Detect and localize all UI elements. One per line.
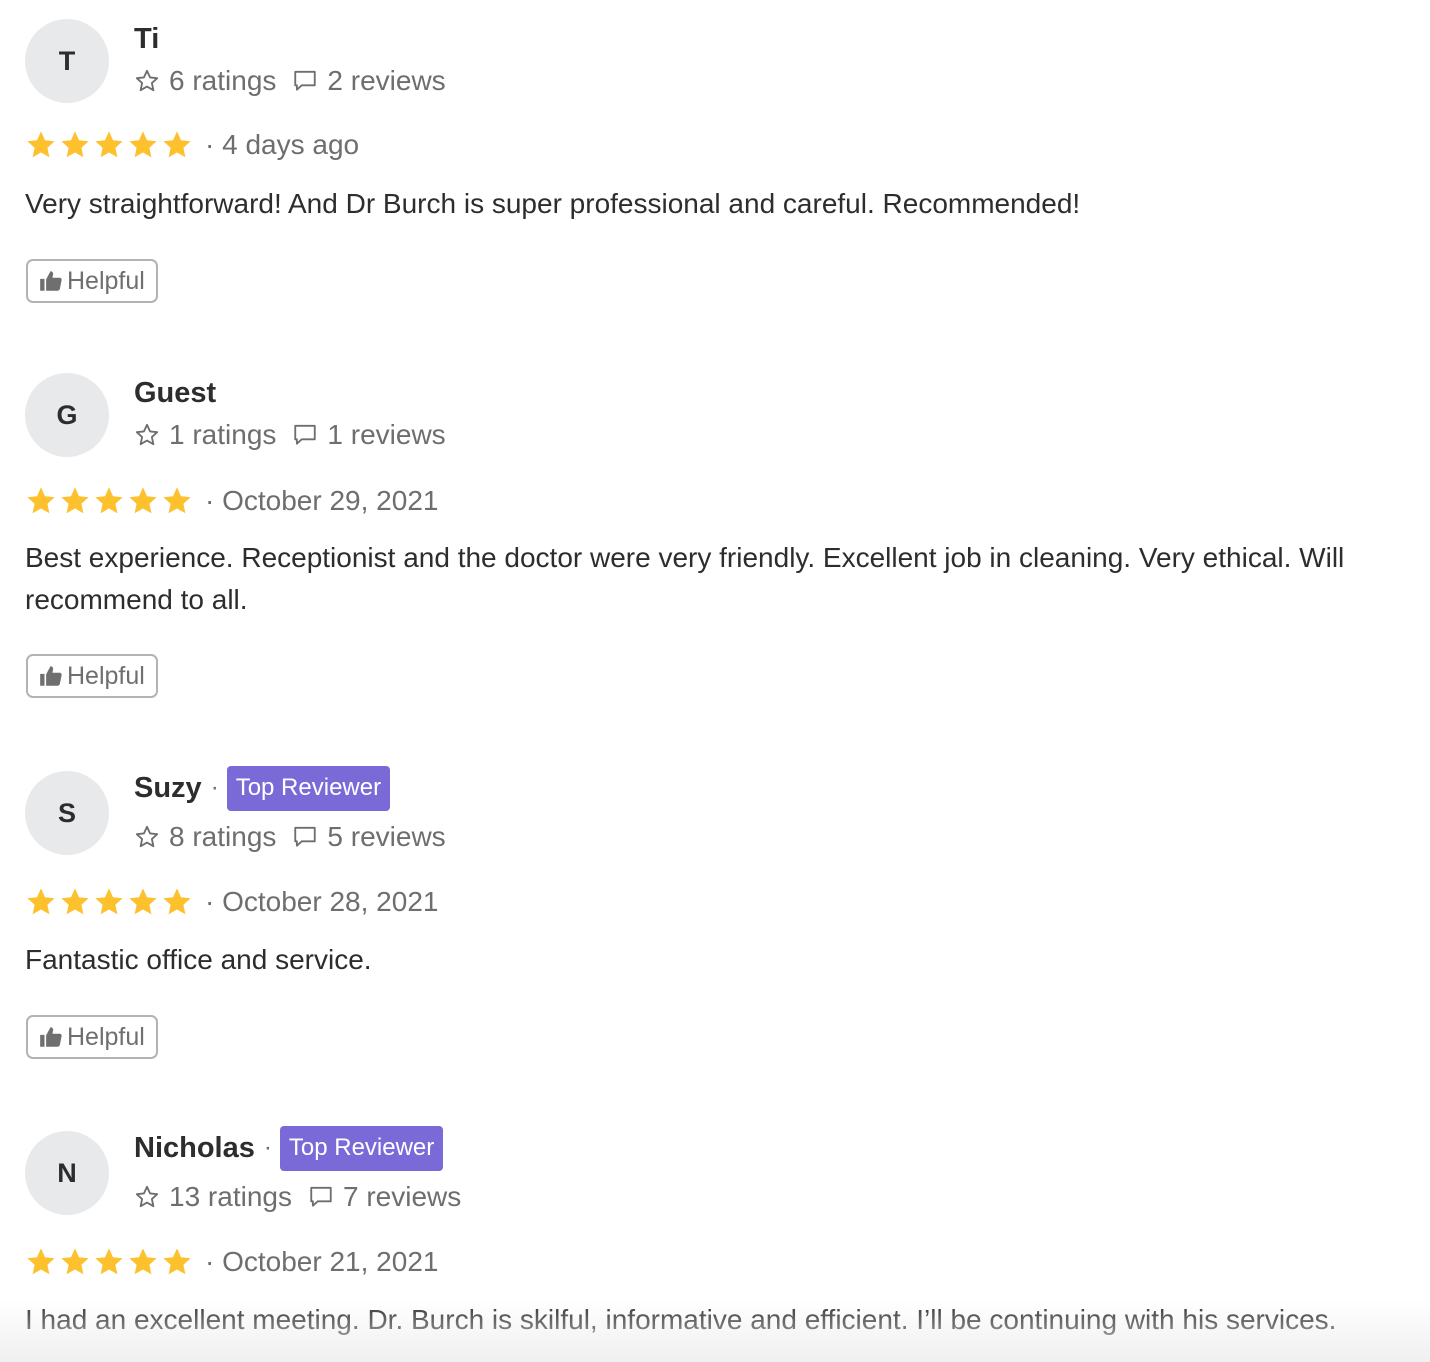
reviewer-name[interactable]: Ti	[134, 23, 159, 56]
star-outline-icon	[135, 1185, 159, 1208]
avatar: T	[25, 19, 109, 103]
reviews-count: 2 reviews	[292, 65, 446, 97]
ratings-count: 13 ratings	[134, 1181, 292, 1213]
filled-star-icon	[27, 487, 55, 514]
filled-star-icon	[163, 888, 191, 915]
filled-star-icon	[129, 1248, 157, 1275]
reviews-count: 5 reviews	[292, 821, 446, 853]
speech-bubble-icon	[310, 1186, 332, 1207]
star-outline-icon	[135, 423, 159, 446]
reviewer-header: Nicholas · Top Reviewer	[134, 1125, 444, 1171]
helpful-button[interactable]: Helpful	[26, 259, 158, 303]
filled-star-icon	[163, 487, 191, 514]
review-date: · October 29, 2021	[205, 485, 439, 516]
filled-star-icon	[95, 888, 123, 915]
ratings-count-label: 13 ratings	[169, 1181, 292, 1212]
rating-line: · October 28, 2021	[25, 884, 438, 920]
review-date: · 4 days ago	[205, 129, 360, 160]
star-rating	[25, 129, 195, 161]
star-rating	[25, 485, 195, 517]
star-outline-icon	[135, 69, 159, 92]
reviewer-header: Ti	[134, 19, 159, 59]
filled-star-icon	[61, 888, 89, 915]
reviewer-header: Suzy · Top Reviewer	[134, 765, 391, 811]
avatar: G	[25, 373, 109, 457]
reviewer-name[interactable]: Nicholas	[134, 1132, 255, 1165]
reviews-count-label: 7 reviews	[342, 1181, 462, 1212]
reviewer-name[interactable]: Suzy	[134, 772, 202, 805]
reviews-count-label: 1 reviews	[327, 419, 446, 450]
filled-star-icon	[163, 1248, 191, 1275]
filled-star-icon	[129, 888, 157, 915]
reviews-count-label: 2 reviews	[327, 65, 446, 96]
review-text: I had an excellent meeting. Dr. Burch is…	[25, 1304, 1337, 1335]
filled-star-icon	[95, 487, 123, 514]
speech-bubble-icon	[294, 70, 317, 91]
star-outline-icon	[135, 825, 159, 848]
helpful-label: Helpful	[67, 266, 145, 295]
top-reviewer-badge: Top Reviewer	[279, 1125, 444, 1171]
filled-star-icon	[27, 131, 55, 158]
ratings-count: 8 ratings	[134, 821, 276, 853]
star-rating	[25, 1246, 195, 1278]
filled-star-icon	[61, 131, 89, 158]
rating-line: · October 21, 2021	[25, 1244, 438, 1280]
ratings-count: 1 ratings	[134, 419, 276, 451]
filled-star-icon	[61, 1248, 89, 1275]
separator-dot: ·	[263, 1134, 272, 1161]
reviews-count-label: 5 reviews	[327, 821, 446, 852]
ratings-count: 6 ratings	[134, 65, 276, 97]
thumbs-up-icon	[40, 271, 62, 291]
filled-star-icon	[129, 131, 157, 158]
filled-star-icon	[163, 131, 191, 158]
filled-star-icon	[129, 487, 157, 514]
review-text: Fantastic office and service.	[25, 944, 372, 975]
reviewer-stats: 13 ratings 7 reviews	[134, 1179, 461, 1215]
reviewer-header: Guest	[134, 373, 216, 413]
top-reviewer-badge: Top Reviewer	[226, 765, 391, 811]
separator-dot: ·	[210, 774, 219, 801]
ratings-count-label: 1 ratings	[169, 419, 277, 450]
reviewer-stats: 8 ratings 5 reviews	[134, 819, 446, 855]
filled-star-icon	[27, 1248, 55, 1275]
filled-star-icon	[95, 1248, 123, 1275]
reviewer-stats: 1 ratings 1 reviews	[134, 417, 446, 453]
filled-star-icon	[61, 487, 89, 514]
speech-bubble-icon	[294, 826, 317, 847]
avatar: S	[25, 771, 109, 855]
review-date: · October 28, 2021	[205, 886, 439, 917]
review-date: · October 21, 2021	[205, 1246, 439, 1277]
avatar: N	[25, 1131, 109, 1215]
helpful-button[interactable]: Helpful	[26, 1015, 158, 1059]
reviewer-name[interactable]: Guest	[134, 377, 216, 410]
reviewer-stats: 6 ratings 2 reviews	[134, 63, 446, 99]
review-text: Best experience. Receptionist and the do…	[25, 542, 1345, 615]
review-text: Very straightforward! And Dr Burch is su…	[25, 188, 1081, 219]
filled-star-icon	[95, 131, 123, 158]
rating-line: · 4 days ago	[25, 127, 359, 163]
filled-star-icon	[27, 888, 55, 915]
helpful-label: Helpful	[67, 1022, 145, 1051]
speech-bubble-icon	[294, 424, 317, 445]
rating-line: · October 29, 2021	[25, 483, 438, 519]
thumbs-up-icon	[40, 1027, 62, 1047]
helpful-button[interactable]: Helpful	[26, 654, 158, 698]
thumbs-up-icon	[40, 666, 62, 686]
reviews-count: 1 reviews	[292, 419, 446, 451]
ratings-count-label: 8 ratings	[169, 821, 277, 852]
star-rating	[25, 886, 195, 918]
reviews-count: 7 reviews	[308, 1181, 461, 1213]
helpful-label: Helpful	[67, 661, 145, 690]
ratings-count-label: 6 ratings	[169, 65, 277, 96]
